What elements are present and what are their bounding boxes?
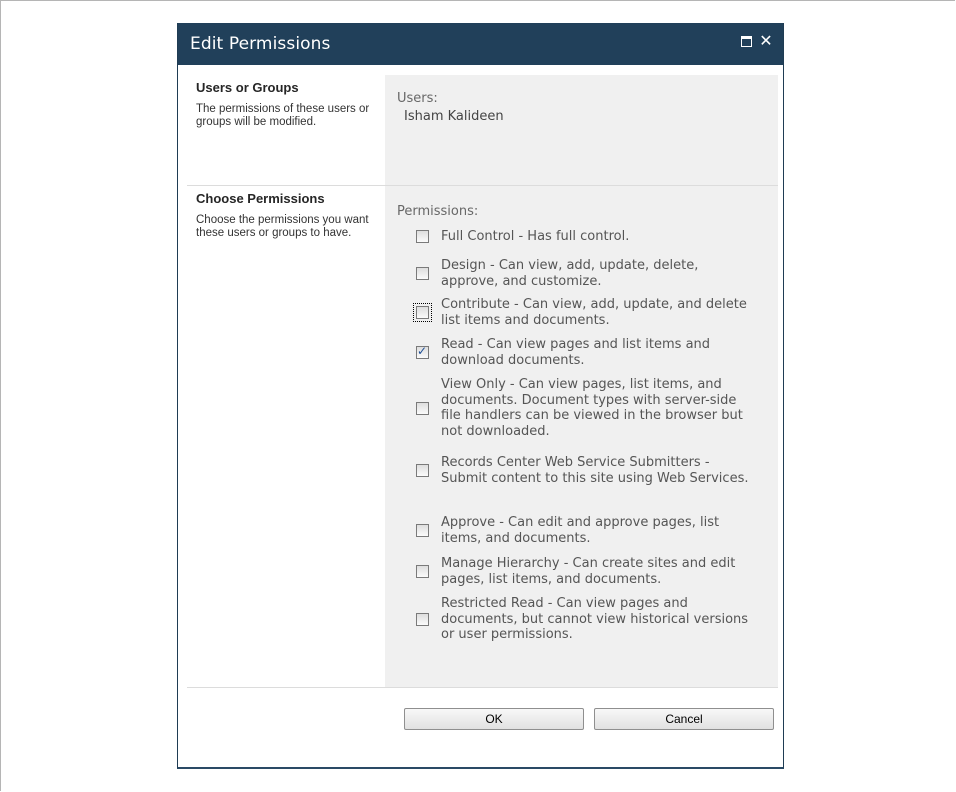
checkbox[interactable]: [416, 524, 429, 537]
user-name: Isham Kalideen: [404, 109, 504, 124]
permission-label: Full Control - Has full control.: [441, 229, 630, 244]
permission-manage-hierarchy[interactable]: Manage Hierarchy - Can create sites and …: [416, 556, 756, 587]
permission-records-center-web-service-submitters[interactable]: Records Center Web Service Submitters - …: [416, 455, 756, 486]
permission-label: Design - Can view, add, update, delete, …: [441, 258, 699, 289]
checkbox[interactable]: [413, 303, 432, 322]
edit-permissions-dialog: Edit Permissions ✕ Users or Groups The p…: [177, 23, 784, 769]
users-field-panel: Users: Isham Kalideen: [385, 75, 778, 185]
checkbox[interactable]: [416, 612, 429, 626]
users-label: Users:: [397, 91, 438, 106]
permission-view-only[interactable]: View Only - Can view pages, list items, …: [416, 377, 756, 439]
choose-permissions-section: Choose Permissions Choose the permission…: [187, 186, 778, 688]
checkbox[interactable]: [416, 230, 429, 244]
checkbox[interactable]: [416, 267, 429, 280]
users-section-description-panel: Users or Groups The permissions of these…: [187, 75, 385, 185]
permission-label: Contribute - Can view, add, update, and …: [441, 297, 747, 328]
checkbox[interactable]: [416, 565, 429, 578]
permission-label: Approve - Can edit and approve pages, li…: [441, 515, 720, 546]
permission-read[interactable]: ✓ Read - Can view pages and list items a…: [416, 337, 756, 368]
maximize-icon[interactable]: [736, 31, 756, 51]
permissions-section-description-panel: Choose Permissions Choose the permission…: [187, 186, 385, 687]
checkbox[interactable]: [416, 464, 429, 477]
checkbox[interactable]: ✓: [416, 344, 429, 359]
close-icon[interactable]: ✕: [756, 31, 776, 51]
permissions-label: Permissions:: [397, 204, 479, 219]
permissions-field-panel: Permissions: Full Control - Has full con…: [385, 186, 778, 687]
ok-button[interactable]: OK: [404, 708, 584, 730]
cancel-button[interactable]: Cancel: [594, 708, 774, 730]
users-section-heading: Users or Groups: [196, 80, 299, 95]
permission-label: Read - Can view pages and list items and…: [441, 337, 711, 368]
permission-design[interactable]: Design - Can view, add, update, delete, …: [416, 258, 756, 289]
permission-approve[interactable]: Approve - Can edit and approve pages, li…: [416, 515, 756, 546]
checkbox[interactable]: [416, 401, 429, 415]
permission-restricted-read[interactable]: Restricted Read - Can view pages and doc…: [416, 596, 756, 643]
users-section-description: The permissions of these users or groups…: [196, 103, 370, 128]
dialog-title: Edit Permissions: [190, 34, 331, 54]
permission-label: View Only - Can view pages, list items, …: [441, 377, 743, 439]
permission-label: Manage Hierarchy - Can create sites and …: [441, 556, 736, 587]
users-or-groups-section: Users or Groups The permissions of these…: [187, 75, 778, 186]
permission-full-control[interactable]: Full Control - Has full control.: [416, 229, 756, 245]
permission-label: Records Center Web Service Submitters - …: [441, 455, 749, 486]
permission-contribute[interactable]: Contribute - Can view, add, update, and …: [413, 297, 756, 328]
permissions-section-heading: Choose Permissions: [196, 191, 325, 206]
permission-label: Restricted Read - Can view pages and doc…: [441, 596, 749, 642]
dialog-titlebar: Edit Permissions ✕: [178, 23, 783, 65]
permissions-section-description: Choose the permissions you want these us…: [196, 214, 369, 239]
checkmark-icon: ✓: [417, 344, 428, 358]
